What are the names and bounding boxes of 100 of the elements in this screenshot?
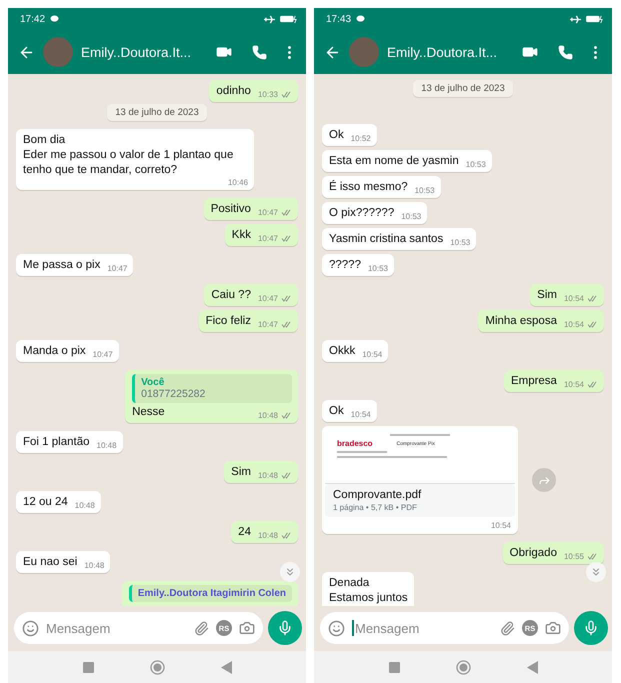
message-text: Sim bbox=[537, 288, 557, 303]
message-time: 10:54 bbox=[490, 520, 512, 531]
contact-name[interactable]: Emily..Doutora.It... bbox=[387, 44, 508, 60]
message-time: 10:47 bbox=[258, 208, 278, 217]
notification-icon bbox=[50, 15, 60, 23]
message-text: Manda o pix bbox=[23, 344, 86, 359]
attach-icon[interactable] bbox=[194, 620, 209, 636]
date-chip: 13 de julho de 2023 bbox=[107, 104, 207, 121]
double-check-icon bbox=[281, 91, 292, 98]
message-time: 10:48 bbox=[258, 411, 278, 420]
double-chevron-down-icon bbox=[590, 566, 602, 578]
message-text: Fico feliz bbox=[206, 314, 251, 329]
message-time: 10:54 bbox=[350, 410, 371, 419]
quote-text: 01877225282 bbox=[141, 388, 206, 400]
back-icon[interactable] bbox=[220, 660, 232, 674]
microphone-button[interactable] bbox=[268, 611, 302, 645]
double-chevron-down-icon bbox=[284, 566, 296, 578]
message-text: Denada Estamos juntos bbox=[329, 576, 408, 606]
message-time: 10:53 bbox=[466, 160, 486, 169]
message-time: 10:48 bbox=[258, 531, 278, 540]
phone-icon[interactable] bbox=[252, 44, 267, 60]
message-time: 10:48 bbox=[258, 471, 278, 480]
recents-icon[interactable] bbox=[388, 662, 400, 672]
message-time: 10:48 bbox=[84, 561, 104, 570]
date-chip: 13 de julho de 2023 bbox=[413, 80, 513, 97]
double-check-icon bbox=[281, 472, 292, 479]
quoted-message[interactable]: Você 01877225282 bbox=[132, 374, 292, 403]
message-text: 12 ou 24 bbox=[23, 495, 68, 510]
message-text: Yasmin cristina santos bbox=[329, 232, 444, 247]
battery-icon bbox=[586, 15, 604, 23]
double-check-icon bbox=[281, 321, 292, 328]
battery-icon bbox=[280, 15, 298, 23]
message-time: 10:54 bbox=[564, 320, 584, 329]
message-text: O pix?????? bbox=[329, 206, 394, 221]
recents-icon[interactable] bbox=[82, 662, 94, 672]
file-meta: 1 página • 5,7 kB • PDF bbox=[333, 503, 418, 512]
file-name: Comprovante.pdf bbox=[333, 489, 422, 501]
double-check-icon bbox=[587, 553, 598, 560]
message-time: 10:47 bbox=[258, 320, 278, 329]
message-time: 10:47 bbox=[107, 264, 128, 273]
message-time: 10:33 bbox=[258, 90, 278, 99]
message-time: 10:47 bbox=[258, 234, 278, 243]
double-check-icon bbox=[281, 295, 292, 302]
message-text: odinho bbox=[216, 84, 251, 99]
microphone-icon bbox=[277, 620, 293, 636]
emoji-icon[interactable] bbox=[22, 620, 39, 636]
double-check-icon bbox=[587, 321, 598, 328]
message-time: 10:54 bbox=[564, 380, 584, 389]
message-text: É isso mesmo? bbox=[329, 180, 408, 195]
airplane-icon bbox=[570, 14, 581, 24]
message-time: 10:48 bbox=[96, 441, 117, 450]
home-icon[interactable] bbox=[150, 660, 164, 674]
message-time: 10:46 bbox=[228, 178, 248, 187]
bank-logo-text: bradesco bbox=[337, 439, 373, 448]
microphone-icon bbox=[583, 620, 599, 636]
attach-icon[interactable] bbox=[500, 620, 515, 636]
message-text: Nesse bbox=[132, 405, 166, 420]
message-text: Eu nao sei bbox=[23, 555, 78, 570]
message-text: Bom dia Eder me passou o valor de 1 plantao que tenho que te mandar, correto? bbox=[23, 133, 234, 178]
message-time: 10:47 bbox=[92, 350, 113, 359]
double-check-icon bbox=[587, 295, 598, 302]
double-check-icon bbox=[281, 412, 292, 419]
notification-icon bbox=[356, 15, 366, 23]
phone-icon[interactable] bbox=[558, 44, 573, 60]
status-time: 17:42 bbox=[20, 14, 46, 24]
message-time: 10:48 bbox=[74, 501, 95, 510]
message-text: Esta em nome de yasmin bbox=[329, 154, 459, 169]
message-time: 10:52 bbox=[350, 134, 371, 143]
double-check-icon bbox=[281, 532, 292, 539]
emoji-icon[interactable] bbox=[328, 620, 345, 636]
back-icon[interactable] bbox=[526, 660, 538, 674]
status-time: 17:43 bbox=[326, 14, 352, 24]
airplane-icon bbox=[264, 14, 275, 24]
contact-name[interactable]: Emily..Doutora.It... bbox=[81, 44, 202, 60]
message-time: 10:47 bbox=[258, 294, 278, 303]
message-text: ????? bbox=[329, 258, 361, 273]
camera-icon[interactable] bbox=[545, 620, 561, 636]
message-text: Positivo bbox=[210, 202, 251, 217]
home-icon[interactable] bbox=[456, 660, 470, 674]
message-text: Okkk bbox=[329, 344, 356, 359]
message-text: Ok bbox=[329, 404, 344, 419]
message-time: 10:54 bbox=[564, 294, 584, 303]
message-text: Empresa bbox=[510, 374, 557, 389]
message-text: Me passa o pix bbox=[23, 258, 100, 273]
microphone-button[interactable] bbox=[574, 611, 608, 645]
message-text: Obrigado bbox=[510, 546, 557, 561]
double-check-icon bbox=[281, 235, 292, 242]
message-time: 10:53 bbox=[450, 238, 470, 247]
message-text: Caiu ?? bbox=[211, 288, 251, 303]
scroll-down-button[interactable] bbox=[280, 562, 300, 582]
message-time: 10:53 bbox=[401, 212, 422, 221]
message-text: 24 bbox=[238, 525, 251, 540]
message-text: Sim bbox=[231, 465, 251, 480]
camera-icon[interactable] bbox=[239, 620, 255, 636]
quoted-message[interactable]: Emily..Doutora Itagimirin Colen bbox=[128, 585, 292, 602]
message-time: 10:54 bbox=[362, 350, 382, 359]
scroll-down-button[interactable] bbox=[586, 562, 606, 582]
forward-button[interactable] bbox=[532, 468, 556, 492]
message-text: Minha esposa bbox=[485, 314, 557, 329]
message-text: Foi 1 plantão bbox=[23, 435, 90, 450]
